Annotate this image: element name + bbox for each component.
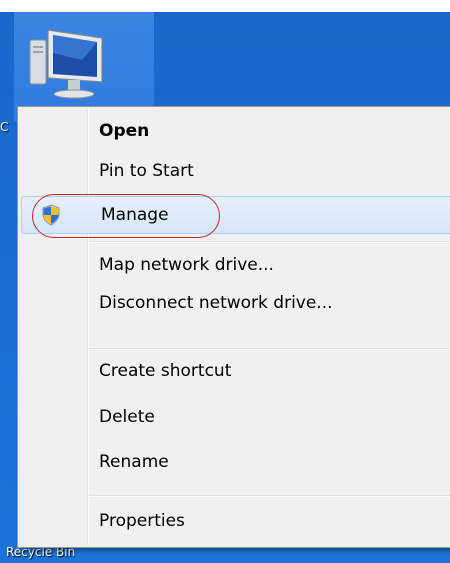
computer-icon[interactable] — [24, 20, 114, 112]
desktop-icon-label: C — [0, 120, 9, 134]
menu-separator — [89, 348, 450, 350]
menu-item-pin-to-start[interactable]: Pin to Start — [20, 153, 450, 189]
menu-item-label: Manage — [101, 205, 169, 225]
menu-separator — [89, 495, 450, 497]
menu-item-create-shortcut[interactable]: Create shortcut — [20, 353, 450, 389]
menu-item-label: Rename — [99, 452, 169, 472]
menu-item-label: Create shortcut — [99, 361, 232, 381]
menu-item-manage[interactable]: Manage — [21, 196, 450, 234]
menu-item-delete[interactable]: Delete — [20, 399, 450, 435]
uac-shield-icon — [42, 204, 60, 226]
menu-item-disconnect-network-drive[interactable]: Disconnect network drive... — [20, 285, 450, 321]
menu-item-label: Pin to Start — [99, 161, 194, 181]
context-menu: Open Pin to Start Manage Map network dri… — [17, 106, 450, 548]
menu-separator — [89, 241, 450, 243]
menu-item-open[interactable]: Open — [20, 113, 450, 149]
menu-item-label: Open — [99, 121, 150, 141]
menu-item-properties[interactable]: Properties — [20, 503, 450, 539]
desktop-top-strip — [0, 0, 450, 12]
menu-item-rename[interactable]: Rename — [20, 444, 450, 480]
menu-item-label: Disconnect network drive... — [99, 293, 333, 313]
menu-item-label: Properties — [99, 511, 185, 531]
menu-item-label: Map network drive... — [99, 255, 274, 275]
menu-item-label: Delete — [99, 407, 155, 427]
menu-item-map-network-drive[interactable]: Map network drive... — [20, 247, 450, 283]
